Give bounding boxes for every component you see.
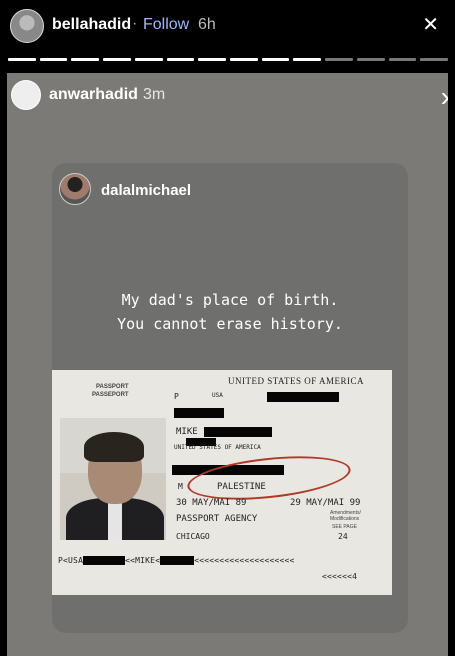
progress-segment <box>420 58 449 61</box>
caption-line: You cannot erase history. <box>117 315 343 333</box>
progress-segment <box>325 58 353 61</box>
passport-label: PASSEPORT <box>92 392 129 398</box>
close-icon[interactable]: ✕ <box>422 12 439 37</box>
avatar[interactable] <box>59 173 91 205</box>
post-time: 3m <box>143 86 166 103</box>
progress-segment <box>388 58 417 61</box>
see-page-label: SEE PAGE <box>332 524 357 530</box>
avatar[interactable] <box>10 9 44 43</box>
redaction <box>204 427 272 437</box>
passport-image: PASSPORT PASSEPORT UNITED STATES OF AMER… <box>52 370 392 595</box>
avatar[interactable] <box>11 80 41 110</box>
progress-segment <box>39 58 68 61</box>
story-header: bellahadid · Follow 6h ✕ <box>0 0 455 62</box>
photo-shirt <box>108 498 122 540</box>
progress-segment <box>166 58 195 61</box>
redaction <box>160 556 195 565</box>
passport-authority: PASSPORT AGENCY <box>176 514 258 524</box>
mrz-text: <<<<<<<<<<<<<<<<<<<< <box>194 556 295 565</box>
separator: · <box>132 15 138 32</box>
passport-nationality: UNITED STATES OF AMERICA <box>174 444 261 451</box>
amendments-label: Amendments/ Modifications <box>330 510 361 522</box>
passport-city: CHICAGO <box>176 532 210 541</box>
username[interactable]: anwarhadid <box>49 86 138 104</box>
progress-segment <box>230 58 258 61</box>
progress-segment <box>293 58 322 61</box>
username[interactable]: dalalmichael <box>101 182 191 199</box>
caption-line: My dad's place of birth. <box>121 291 339 309</box>
progress-segment <box>103 58 131 61</box>
mrz-text: P<USA <box>58 556 84 565</box>
progress-segment <box>71 58 100 61</box>
progress-segment <box>198 58 227 61</box>
mrz-line: <<<<<<4 <box>322 572 358 581</box>
redaction <box>267 392 339 402</box>
chevron-right-icon[interactable]: › <box>441 81 448 113</box>
username[interactable]: bellahadid <box>52 16 131 34</box>
progress-segment <box>134 58 163 61</box>
passport-given-name: MIKE <box>176 427 198 437</box>
passport-label: PASSPORT <box>96 384 129 390</box>
inner-story-header: anwarhadid 3m › <box>7 73 448 113</box>
passport-sex: M <box>178 482 183 491</box>
passport-country-title: UNITED STATES OF AMERICA <box>227 376 364 386</box>
post-time: 6h <box>198 16 216 33</box>
passport-photo <box>60 418 166 540</box>
story-progress <box>8 58 449 61</box>
passport-expiry-date: 29 MAY/MAI 99 <box>290 498 361 508</box>
passport-code: USA <box>212 392 223 399</box>
passport-issue-date: 30 MAY/MAI 89 <box>176 498 247 508</box>
progress-segment <box>356 58 385 61</box>
progress-segment <box>261 58 290 61</box>
passport-type: P <box>174 392 179 401</box>
see-page-value: 24 <box>338 532 348 541</box>
mrz-line: P<USA <<MIKE< <<<<<<<<<<<<<<<<<<<< <box>58 556 295 565</box>
progress-segment <box>8 58 36 61</box>
redaction <box>83 556 126 565</box>
redaction <box>174 408 224 418</box>
photo-hair <box>84 432 144 462</box>
follow-button[interactable]: Follow <box>143 16 189 34</box>
mrz-text: <<MIKE< <box>125 556 161 565</box>
